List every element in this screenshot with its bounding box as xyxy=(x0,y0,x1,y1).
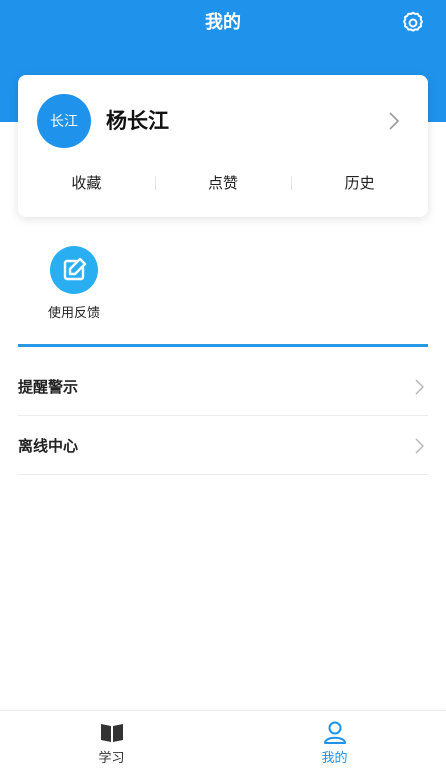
chevron-right-icon xyxy=(415,379,424,395)
gear-icon xyxy=(403,11,423,32)
profile-card: 长江 杨长江 收藏 点赞 历史 xyxy=(18,75,428,217)
section-divider xyxy=(18,344,428,347)
chevron-right-icon xyxy=(389,112,400,130)
menu-item-offline-center[interactable]: 离线中心 xyxy=(18,417,428,475)
tab-study[interactable]: 学习 xyxy=(0,711,223,768)
menu-item-alerts[interactable]: 提醒警示 xyxy=(18,358,428,416)
book-icon xyxy=(101,724,123,742)
feedback-icon-circle xyxy=(50,246,98,294)
page-title: 我的 xyxy=(205,12,241,33)
tab-mine-label: 我的 xyxy=(321,751,348,766)
menu-item-label: 离线中心 xyxy=(18,437,79,455)
user-name[interactable]: 杨长江 xyxy=(106,104,169,138)
tab-study-label: 学习 xyxy=(98,751,125,766)
feedback-label: 使用反馈 xyxy=(47,306,100,321)
menu-item-label: 提醒警示 xyxy=(18,378,79,396)
favorites-button[interactable]: 收藏 xyxy=(18,166,155,200)
stats-row: 收藏 点赞 历史 xyxy=(18,166,428,200)
history-button[interactable]: 历史 xyxy=(291,166,428,200)
likes-button[interactable]: 点赞 xyxy=(154,166,292,200)
settings-button[interactable] xyxy=(400,10,426,36)
user-icon xyxy=(324,721,346,744)
bottom-tab-bar: 学习 我的 xyxy=(0,710,446,768)
chevron-right-icon xyxy=(415,438,424,454)
avatar[interactable]: 长江 xyxy=(37,94,91,148)
feedback-button[interactable]: 使用反馈 xyxy=(36,246,112,326)
profile-detail-button[interactable] xyxy=(384,108,404,134)
tab-mine[interactable]: 我的 xyxy=(223,711,446,768)
edit-icon xyxy=(63,257,87,281)
